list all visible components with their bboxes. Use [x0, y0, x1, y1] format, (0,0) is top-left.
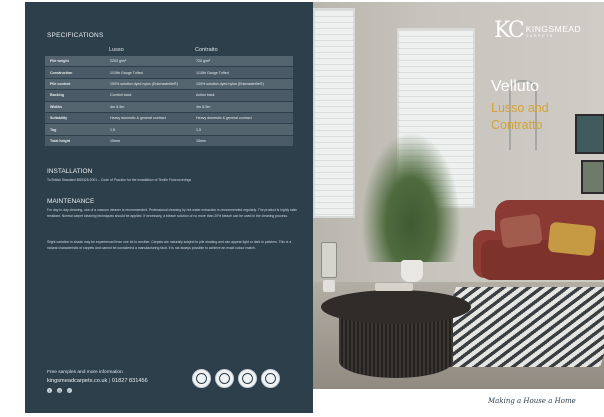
lusso-value: 100% solution dyed nylon (Enkmastrelle®) [110, 81, 178, 86]
logo-sub: CARPETS [525, 33, 554, 38]
lusso-value: 1.5 [110, 127, 115, 132]
row-label: Pile content [50, 81, 71, 86]
photo-cushion [499, 213, 543, 249]
social-links: f ◎ ✓ [47, 388, 72, 393]
photo-coffee-table [321, 290, 471, 324]
certification-badge-icon [261, 369, 280, 388]
logo-mark: KC [494, 18, 525, 43]
logo-name: KINGSMEAD [525, 23, 582, 34]
tagline: Making a House a Home [488, 397, 576, 405]
certification-badges [192, 369, 280, 388]
maintenance-paragraph-1: For day to day cleaning, use of a vacuum… [47, 208, 298, 218]
row-label: Backing [50, 93, 64, 98]
specifications-table: Pile weight 2200 g/m² 720 g/m² Construct… [45, 56, 293, 147]
website-link[interactable]: kingsmeadcarpets.co.uk [47, 378, 107, 384]
table-row: Tog 1.5 1.5 [45, 124, 293, 135]
certification-badge-icon [215, 369, 234, 388]
product-subtitle-line-2: Contratto [491, 118, 543, 132]
row-label: Total height [50, 138, 71, 143]
product-subtitle-line-1: Lusso and [491, 101, 549, 115]
photo-wall-picture [575, 114, 604, 154]
contratto-value: 100% solution dyed nylon (Enkmastrelle®) [196, 81, 264, 86]
contact-intro: Free samples and more information [47, 370, 123, 375]
table-row: Pile weight 2200 g/m² 720 g/m² [45, 56, 293, 67]
certification-badge-icon [238, 369, 257, 388]
contact-details: kingsmeadcarpets.co.uk | 01827 831456 [47, 378, 148, 384]
lusso-value: Comfort back [110, 93, 132, 98]
maintenance-title: MAINTENANCE [47, 198, 95, 205]
maintenance-paragraph-2: Slight variation in shade may be experie… [47, 240, 292, 250]
kingsmead-logo: KC KINGSMEAD CARPETS [494, 18, 581, 43]
photo-french-press [321, 242, 337, 278]
photo-plant [361, 132, 461, 262]
row-label: Construction [50, 70, 73, 75]
row-label: Pile weight [50, 59, 69, 64]
phone-number[interactable]: 01827 831456 [112, 378, 148, 384]
table-row: Total height 15mm 15mm [45, 135, 293, 147]
contratto-value: 1/10th Gauge Tufted [196, 70, 229, 75]
table-row: Backing Comfort back Action back [45, 90, 293, 101]
instagram-icon[interactable]: ◎ [57, 388, 62, 393]
photo-plant-pot [401, 260, 423, 282]
contratto-value: 4m & 5m [196, 104, 211, 109]
contratto-value: 1.5 [196, 127, 201, 132]
contratto-value: Action back [196, 93, 215, 98]
lifestyle-photo [313, 2, 604, 389]
facebook-icon[interactable]: f [47, 388, 52, 393]
certification-badge-icon [192, 369, 211, 388]
table-row: Pile content 100% solution dyed nylon (E… [45, 78, 293, 90]
lusso-value: Heavy domestic & general contract [110, 116, 166, 121]
lusso-value: 1/10th Gauge Tufted [110, 70, 143, 75]
lusso-value: 2200 g/m² [110, 59, 127, 64]
row-label: Tog [50, 127, 57, 132]
row-label: Widths [50, 104, 62, 109]
twitter-icon[interactable]: ✓ [67, 388, 72, 393]
lusso-value: 15mm [110, 138, 120, 143]
row-label: Suitability [50, 116, 68, 121]
table-row: Suitability Heavy domestic & general con… [45, 112, 293, 124]
photo-window-left [313, 8, 355, 218]
lusso-value: 4m & 5m [110, 104, 125, 109]
product-title: Velluto [491, 78, 540, 95]
table-row: Construction 1/10th Gauge Tufted 1/10th … [45, 67, 293, 78]
contratto-value: Heavy domestic & general contract [196, 116, 252, 121]
column-header-lusso: Lusso [109, 47, 124, 53]
photo-wall-picture [581, 160, 604, 194]
photo-books [375, 283, 413, 291]
column-header-contratto: Contratto [195, 47, 218, 53]
contratto-value: 15mm [196, 138, 206, 143]
installation-text: To British Standard BS5325:2001 – Code o… [47, 178, 192, 182]
specifications-title: SPECIFICATIONS [47, 32, 104, 39]
table-row: Widths 4m & 5m 4m & 5m [45, 101, 293, 112]
photo-cushion [547, 221, 597, 257]
specifications-panel: SPECIFICATIONS Lusso Contratto Pile weig… [25, 2, 313, 413]
installation-title: INSTALLATION [47, 168, 93, 175]
contact-separator: | [108, 378, 111, 384]
contratto-value: 720 g/m² [196, 59, 211, 64]
photo-mug [323, 280, 335, 292]
